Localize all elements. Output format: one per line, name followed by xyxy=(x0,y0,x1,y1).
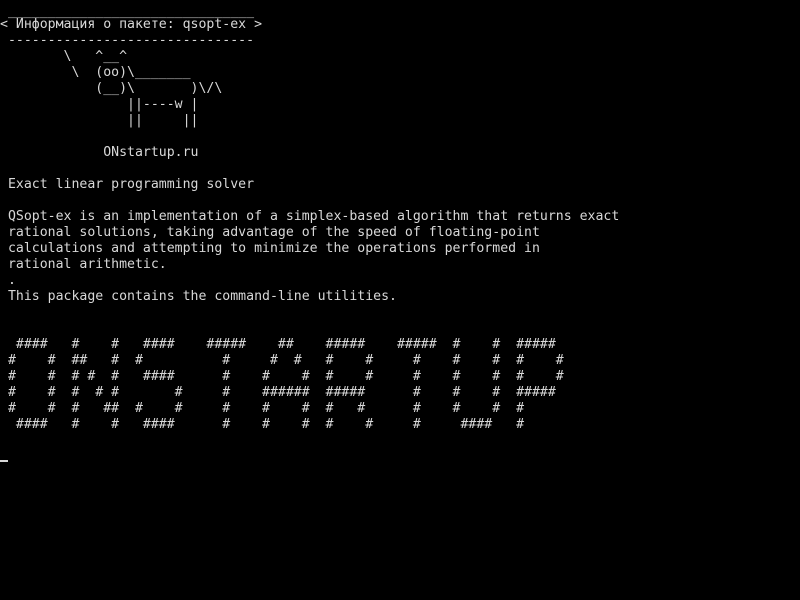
site-label: ONstartup.ru xyxy=(0,145,199,160)
cow-art-line: ||----w | xyxy=(0,97,199,112)
cow-art-line: (__)\ )\/\ xyxy=(0,81,223,96)
description-line: rational arithmetic. xyxy=(0,257,167,272)
terminal-screen: _______________________________ < Информ… xyxy=(0,0,800,600)
description-line: rational solutions, taking advantage of … xyxy=(0,225,540,240)
description-line: . xyxy=(0,273,16,288)
description-line: This package contains the command-line u… xyxy=(0,289,397,304)
cow-art-line: || || xyxy=(0,113,199,128)
banner-line: # # # # # # # ###### ##### # # # ##### xyxy=(0,385,556,400)
banner-line: #### # # #### ##### ## ##### ##### # # #… xyxy=(0,337,556,352)
banner-line: # # # ## # # # # # # # # # # # xyxy=(0,401,525,416)
cow-art-line: \ (oo)\_______ xyxy=(0,65,191,80)
cow-art-line: \ ^__^ xyxy=(0,49,128,64)
description-line: calculations and attempting to minimize … xyxy=(0,241,540,256)
package-summary: Exact linear programming solver xyxy=(0,177,255,192)
banner-line: # # ## # # # # # # # # # # # # xyxy=(0,353,564,368)
banner-line: # # # # # #### # # # # # # # # # # xyxy=(0,369,564,384)
banner-line: #### # # #### # # # # # # #### # xyxy=(0,417,525,432)
bubble-bottom-border: ------------------------------- xyxy=(0,33,255,48)
description-line: QSopt-ex is an implementation of a simpl… xyxy=(0,209,620,224)
bubble-title: < Информация о пакете: qsopt-ex > xyxy=(0,17,263,32)
text-cursor xyxy=(0,460,8,462)
